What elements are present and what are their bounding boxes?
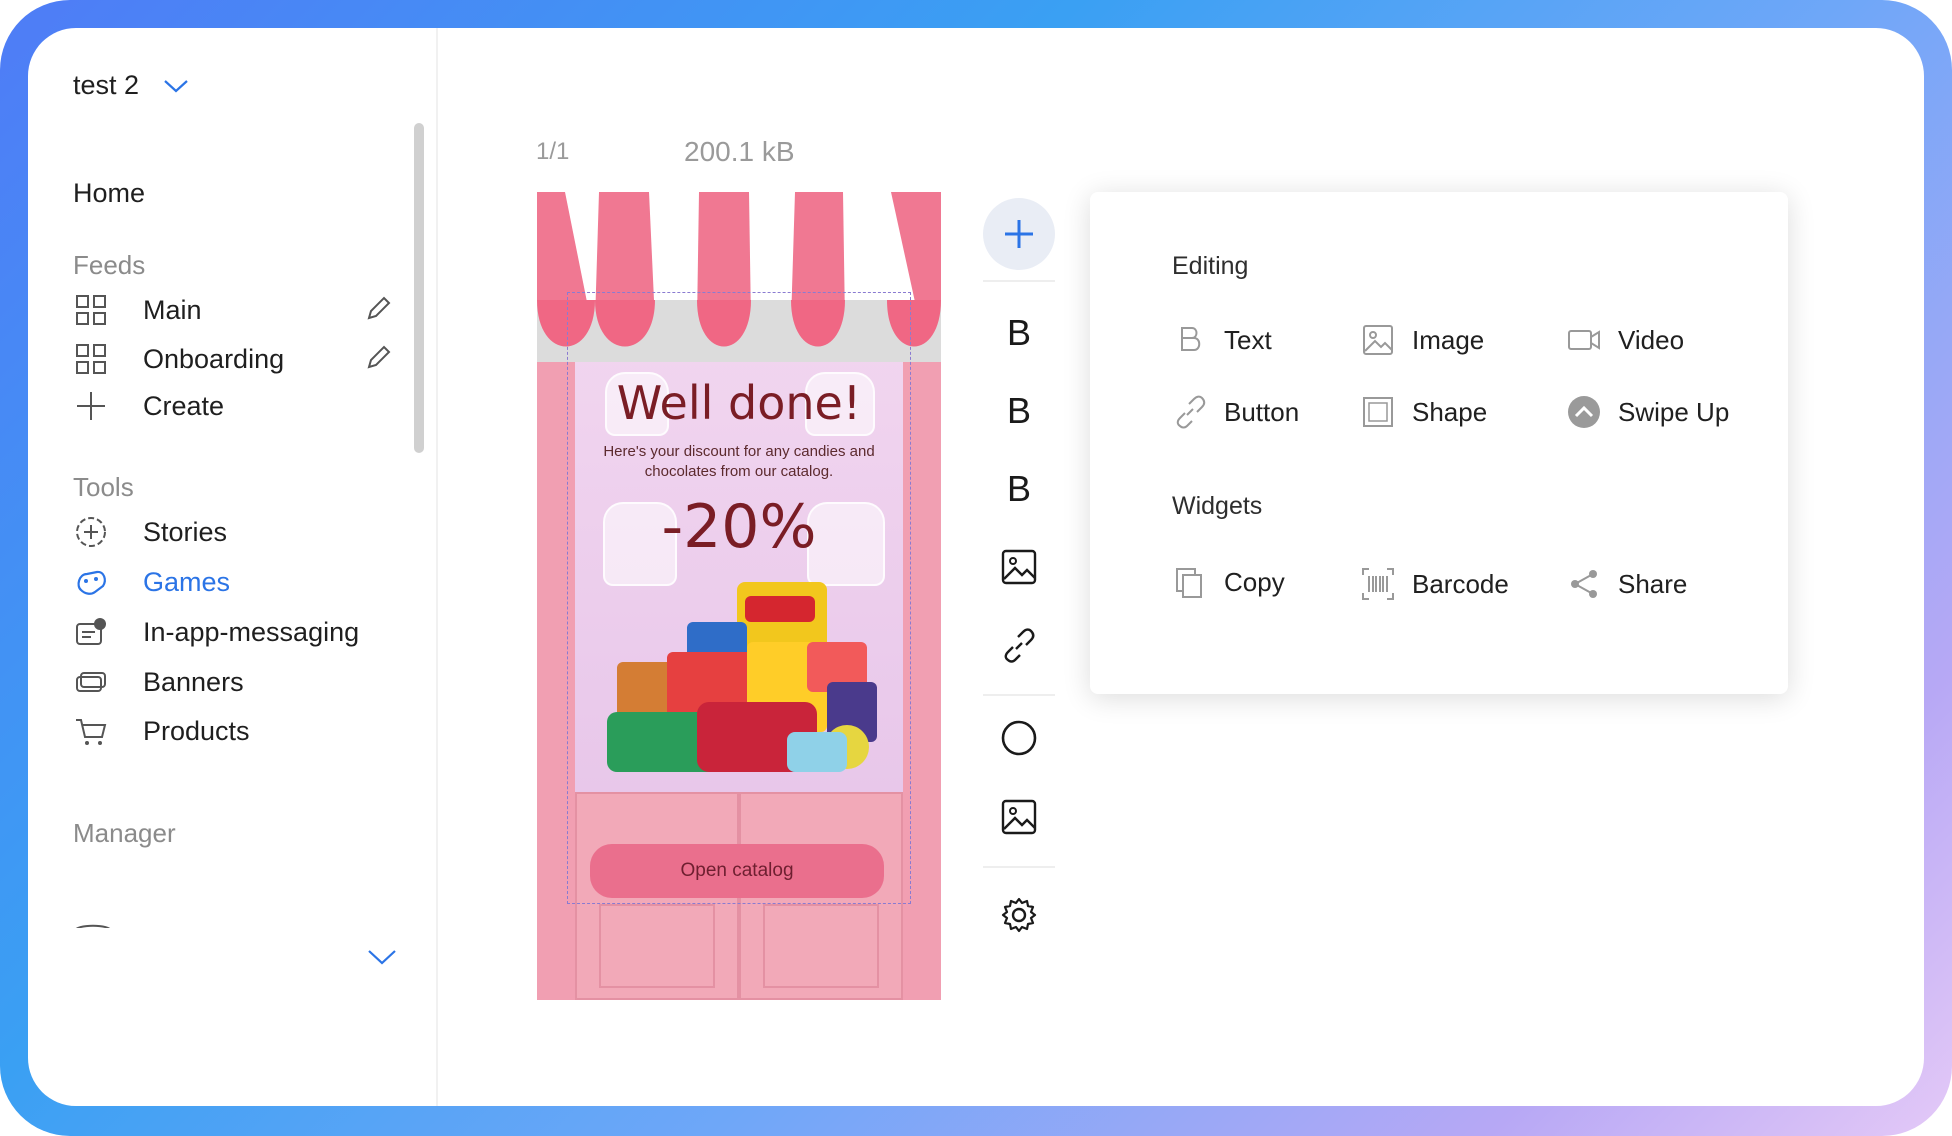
- project-name: test 2: [73, 70, 140, 100]
- option-label: Swipe Up: [1618, 396, 1730, 427]
- shape-icon: [1360, 394, 1396, 430]
- story-discount[interactable]: -20%: [537, 492, 941, 562]
- option-label: Text: [1224, 324, 1272, 355]
- window-frame: test 2 Home Feeds Main Onboarding Create…: [0, 0, 1952, 1136]
- add-shape-option[interactable]: Shape: [1360, 392, 1487, 432]
- grid-icon: [73, 292, 109, 328]
- add-button-option[interactable]: Button: [1172, 392, 1299, 432]
- sidebar-item-games[interactable]: Games: [73, 562, 393, 602]
- share-icon: [1566, 566, 1602, 602]
- tools-section-title: Tools: [73, 472, 134, 502]
- stories-icon: [73, 514, 109, 550]
- link-icon: [1172, 394, 1208, 430]
- sidebar-item-products[interactable]: Products: [73, 711, 393, 751]
- copy-icon: [1172, 564, 1208, 600]
- feed-item-label: Main: [143, 294, 202, 325]
- swipe-up-icon: [1566, 394, 1602, 430]
- feed-item-onboarding[interactable]: Onboarding: [73, 339, 393, 379]
- text-icon: B: [1006, 390, 1031, 431]
- option-label: Video: [1618, 324, 1685, 355]
- sidebar-item-label: Games: [143, 566, 231, 597]
- text-icon: [1172, 322, 1208, 358]
- sidebar-scrollbar[interactable]: [414, 123, 424, 453]
- sidebar-item-stories[interactable]: Stories: [73, 512, 393, 552]
- option-label: Barcode: [1412, 568, 1509, 599]
- sidebar: test 2 Home Feeds Main Onboarding Create…: [28, 28, 438, 1106]
- story-title[interactable]: Well done!: [537, 376, 941, 430]
- file-size: 200.1 kB: [684, 136, 795, 167]
- option-label: Share: [1618, 568, 1688, 599]
- image-icon: [1001, 799, 1037, 835]
- toolbar-divider: [983, 694, 1055, 696]
- sidebar-item-label: Products: [143, 715, 250, 746]
- widgets-section-title: Widgets: [1172, 492, 1263, 520]
- add-barcode-widget[interactable]: Barcode: [1360, 564, 1509, 604]
- add-element-button[interactable]: [983, 198, 1055, 270]
- cart-icon: [73, 713, 109, 749]
- text-icon: B: [1006, 312, 1031, 353]
- toolbar-divider: [983, 280, 1055, 282]
- text-layer-button[interactable]: B: [998, 312, 1040, 354]
- text-layer-button[interactable]: B: [998, 468, 1040, 510]
- add-share-widget[interactable]: Share: [1566, 564, 1687, 604]
- add-image-option[interactable]: Image: [1360, 320, 1484, 360]
- plus-icon: [73, 388, 109, 424]
- app-window: test 2 Home Feeds Main Onboarding Create…: [28, 28, 1924, 1106]
- image-layer-button[interactable]: [998, 796, 1040, 838]
- settings-button[interactable]: [998, 894, 1040, 936]
- open-catalog-button[interactable]: Open catalog: [590, 844, 884, 898]
- image-icon: [1001, 549, 1037, 585]
- candy-pile-image[interactable]: [597, 582, 887, 782]
- add-copy-widget[interactable]: Copy: [1172, 562, 1285, 602]
- grid-icon: [73, 341, 109, 377]
- barcode-icon: [1360, 566, 1396, 602]
- plus-icon: [1005, 220, 1033, 248]
- banner-icon: [73, 664, 109, 700]
- feeds-section-title: Feeds: [73, 250, 146, 280]
- page-counter: 1/1: [536, 138, 570, 165]
- feed-create-button[interactable]: Create: [73, 386, 393, 426]
- toolbar-divider: [983, 866, 1055, 868]
- link-icon: [1004, 628, 1035, 663]
- option-label: Copy: [1224, 566, 1285, 597]
- gear-icon: [1001, 897, 1037, 933]
- sidebar-item-in-app-messaging[interactable]: In-app-messaging: [73, 612, 393, 652]
- add-element-panel: Editing Text Image Video Button Shape Sw…: [1090, 192, 1788, 694]
- story-subtitle[interactable]: Here's your discount for any candies and…: [597, 442, 881, 482]
- chevron-down-icon[interactable]: [367, 948, 397, 966]
- story-preview[interactable]: Well done! Here's your discount for any …: [537, 192, 941, 1000]
- add-swipe-up-option[interactable]: Swipe Up: [1566, 392, 1729, 432]
- pencil-icon[interactable]: [363, 343, 393, 373]
- chevron-down-icon: [164, 79, 188, 92]
- sidebar-item-banners[interactable]: Banners: [73, 662, 393, 702]
- manager-section-title: Manager: [73, 818, 176, 848]
- pencil-icon[interactable]: [363, 294, 393, 324]
- sidebar-item-label: In-app-messaging: [143, 616, 360, 647]
- image-icon: [1360, 322, 1396, 358]
- editing-section-title: Editing: [1172, 252, 1249, 280]
- text-icon: B: [1006, 468, 1031, 509]
- video-icon: [1566, 322, 1602, 358]
- option-label: Button: [1224, 396, 1300, 427]
- shape-layer-button[interactable]: [998, 717, 1040, 759]
- feed-item-main[interactable]: Main: [73, 290, 393, 330]
- text-layer-button[interactable]: B: [998, 390, 1040, 432]
- project-selector[interactable]: test 2: [73, 70, 189, 101]
- feed-item-label: Onboarding: [143, 343, 285, 374]
- partial-icon: [73, 918, 113, 928]
- sidebar-item-label: Banners: [143, 666, 244, 697]
- link-layer-button[interactable]: [998, 625, 1040, 667]
- circle-icon: [1001, 720, 1037, 756]
- gamepad-icon: [73, 564, 109, 600]
- message-icon: [73, 614, 109, 650]
- add-video-option[interactable]: Video: [1566, 320, 1684, 360]
- sidebar-item-label: Stories: [143, 516, 228, 547]
- option-label: Shape: [1412, 396, 1488, 427]
- add-text-option[interactable]: Text: [1172, 320, 1272, 360]
- nav-home[interactable]: Home: [73, 178, 145, 209]
- option-label: Image: [1412, 324, 1485, 355]
- image-layer-button[interactable]: [998, 546, 1040, 588]
- feed-create-label: Create: [143, 390, 225, 421]
